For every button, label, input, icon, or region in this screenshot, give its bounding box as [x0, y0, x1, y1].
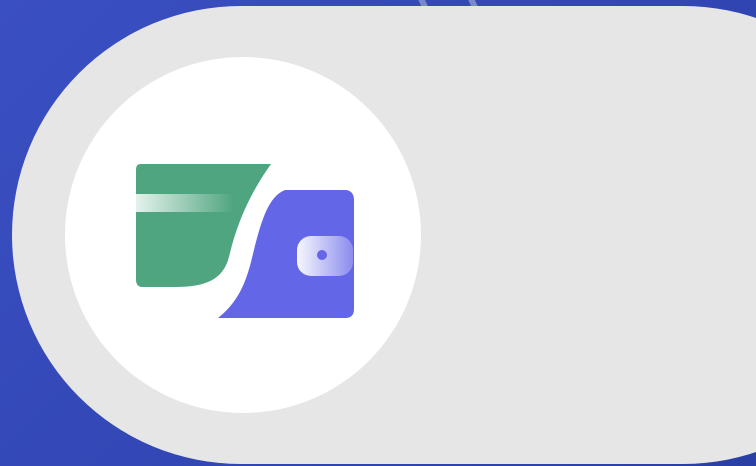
logo-badge	[65, 57, 421, 413]
wallet-clasp-dot	[317, 250, 327, 260]
card-and-wallet-logo-icon	[136, 164, 354, 318]
app-splash-screen	[0, 0, 756, 466]
card-stripe	[136, 194, 234, 212]
